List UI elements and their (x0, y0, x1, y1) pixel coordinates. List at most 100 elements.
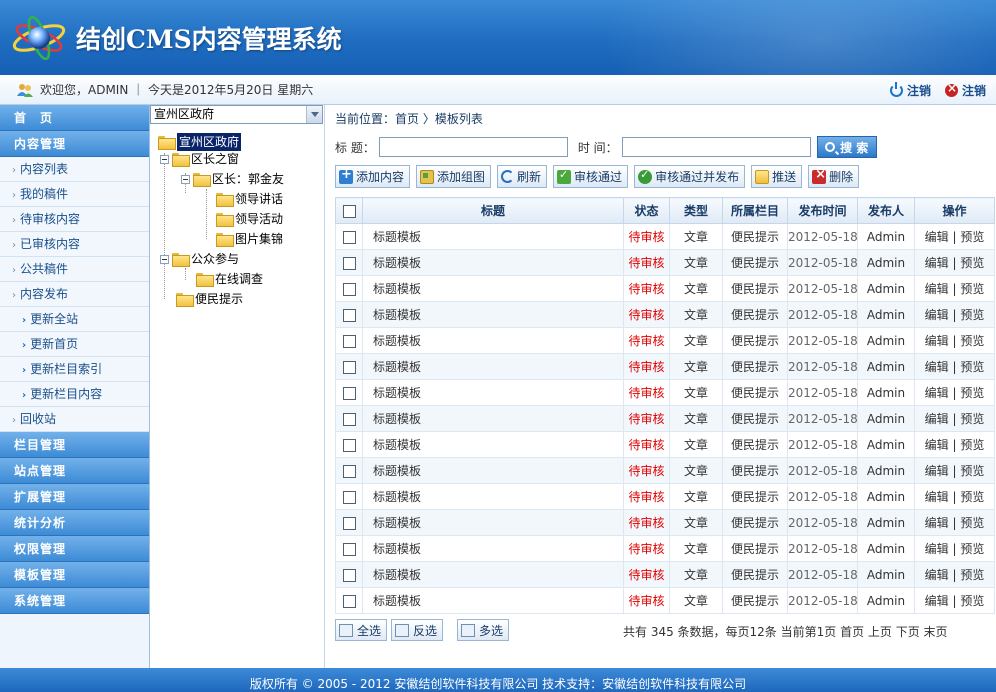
table-row[interactable]: 标题模板 待审核 文章 便民提示 2012-05-18 Admin 编辑 | 预览 (335, 275, 995, 302)
edit-link[interactable]: 编辑 (925, 360, 949, 374)
checkbox[interactable] (342, 542, 356, 556)
row-title[interactable]: 标题模板 (362, 561, 624, 588)
nav-site-management[interactable]: 站点管理 (0, 458, 149, 484)
select-all-header[interactable] (335, 197, 363, 224)
table-row[interactable]: 标题模板 待审核 文章 便民提示 2012-05-18 Admin 编辑 | 预览 (335, 431, 995, 458)
row-title[interactable]: 标题模板 (362, 587, 624, 614)
refresh-button[interactable]: 刷新 (497, 165, 548, 188)
nav-template-management[interactable]: 模板管理 (0, 562, 149, 588)
row-select-cell[interactable] (335, 509, 363, 536)
edit-link[interactable]: 编辑 (925, 464, 949, 478)
row-select-cell[interactable] (335, 405, 363, 432)
nav-pending-review[interactable]: › 待审核内容 (0, 207, 149, 232)
table-row[interactable]: 标题模板 待审核 文章 便民提示 2012-05-18 Admin 编辑 | 预览 (335, 509, 995, 536)
nav-public-drafts[interactable]: › 公共稿件 (0, 257, 149, 282)
checkbox[interactable] (342, 594, 356, 608)
approve-button[interactable]: 审核通过 (553, 165, 629, 188)
edit-link[interactable]: 编辑 (925, 490, 949, 504)
row-select-cell[interactable] (335, 587, 363, 614)
nav-content-publish[interactable]: › 内容发布 (0, 282, 149, 307)
preview-link[interactable]: 预览 (960, 360, 984, 374)
checkbox[interactable] (342, 256, 356, 270)
row-select-cell[interactable] (335, 223, 363, 250)
edit-link[interactable]: 编辑 (925, 438, 949, 452)
tree-node-photo-gallery[interactable]: 图片集锦 (216, 230, 283, 248)
pagination[interactable]: 共有 345 条数据，每页12条 当前第1页 首页 上页 下页 末页 (623, 623, 948, 640)
preview-link[interactable]: 预览 (960, 542, 984, 556)
approve-publish-button[interactable]: 审核通过并发布 (634, 165, 746, 188)
row-select-cell[interactable] (335, 301, 363, 328)
chevron-down-icon[interactable] (306, 106, 322, 123)
table-row[interactable]: 标题模板 待审核 文章 便民提示 2012-05-18 Admin 编辑 | 预览 (335, 483, 995, 510)
nav-system-management[interactable]: 系统管理 (0, 588, 149, 614)
add-gallery-button[interactable]: 添加组图 (416, 165, 492, 188)
table-row[interactable]: 标题模板 待审核 文章 便民提示 2012-05-18 Admin 编辑 | 预览 (335, 535, 995, 562)
row-select-cell[interactable] (335, 379, 363, 406)
preview-link[interactable]: 预览 (960, 256, 984, 270)
preview-link[interactable]: 预览 (960, 282, 984, 296)
preview-link[interactable]: 预览 (960, 568, 984, 582)
select-all-button[interactable]: 全选 (335, 619, 388, 641)
tree-node-leader-activity[interactable]: 领导活动 (216, 210, 283, 228)
table-row[interactable]: 标题模板 待审核 文章 便民提示 2012-05-18 Admin 编辑 | 预览 (335, 301, 995, 328)
checkbox[interactable] (342, 360, 356, 374)
row-select-cell[interactable] (335, 327, 363, 354)
tree-node-leader-speech[interactable]: 领导讲话 (216, 190, 283, 208)
nav-content-list[interactable]: › 内容列表 (0, 157, 149, 182)
area-select[interactable]: 宣州区政府 (150, 105, 323, 124)
preview-link[interactable]: 预览 (960, 594, 984, 608)
tree-node-root[interactable]: 宣州区政府 (158, 133, 242, 151)
edit-link[interactable]: 编辑 (925, 568, 949, 582)
preview-link[interactable]: 预览 (960, 334, 984, 348)
row-select-cell[interactable] (335, 275, 363, 302)
edit-link[interactable]: 编辑 (925, 516, 949, 530)
preview-link[interactable]: 预览 (960, 386, 984, 400)
nav-update-column-index[interactable]: › 更新栏目索引 (0, 357, 149, 382)
checkbox[interactable] (342, 386, 356, 400)
checkbox[interactable] (342, 204, 356, 218)
nav-home[interactable]: 首 页 (0, 105, 149, 131)
nav-extension-management[interactable]: 扩展管理 (0, 484, 149, 510)
nav-column-management[interactable]: 栏目管理 (0, 432, 149, 458)
row-title[interactable]: 标题模板 (362, 249, 624, 276)
row-select-cell[interactable] (335, 431, 363, 458)
checkbox[interactable] (342, 438, 356, 452)
title-input[interactable] (378, 137, 568, 157)
edit-link[interactable]: 编辑 (925, 282, 949, 296)
edit-link[interactable]: 编辑 (925, 308, 949, 322)
nav-permission-management[interactable]: 权限管理 (0, 536, 149, 562)
tree-node-public-participation[interactable]: 公众参与 (160, 250, 239, 268)
edit-link[interactable]: 编辑 (925, 334, 949, 348)
delete-button[interactable]: 删除 (808, 165, 860, 188)
logout-link-primary[interactable]: 注销 (889, 82, 931, 99)
checkbox[interactable] (342, 334, 356, 348)
row-select-cell[interactable] (335, 483, 363, 510)
row-title[interactable]: 标题模板 (362, 535, 624, 562)
search-button[interactable]: 搜 索 (816, 136, 877, 158)
checkbox[interactable] (342, 412, 356, 426)
logout-link-secondary[interactable]: 注销 (944, 81, 986, 99)
preview-link[interactable]: 预览 (960, 230, 984, 244)
row-select-cell[interactable] (335, 249, 363, 276)
edit-link[interactable]: 编辑 (925, 542, 949, 556)
edit-link[interactable]: 编辑 (925, 230, 949, 244)
row-title[interactable]: 标题模板 (362, 223, 624, 250)
nav-update-site[interactable]: › 更新全站 (0, 307, 149, 332)
checkbox[interactable] (342, 568, 356, 582)
table-row[interactable]: 标题模板 待审核 文章 便民提示 2012-05-18 Admin 编辑 | 预览 (335, 249, 995, 276)
multi-select-button[interactable]: 多选 (457, 619, 510, 641)
nav-content-management[interactable]: 内容管理 (0, 131, 149, 157)
tree-node-mayor[interactable]: 区长：郭金友 (181, 170, 284, 188)
edit-link[interactable]: 编辑 (925, 594, 949, 608)
push-button[interactable]: 推送 (751, 165, 803, 188)
edit-link[interactable]: 编辑 (925, 256, 949, 270)
nav-my-drafts[interactable]: › 我的稿件 (0, 182, 149, 207)
preview-link[interactable]: 预览 (960, 438, 984, 452)
table-row[interactable]: 标题模板 待审核 文章 便民提示 2012-05-18 Admin 编辑 | 预览 (335, 379, 995, 406)
table-row[interactable]: 标题模板 待审核 文章 便民提示 2012-05-18 Admin 编辑 | 预览 (335, 587, 995, 614)
nav-update-homepage[interactable]: › 更新首页 (0, 332, 149, 357)
row-select-cell[interactable] (335, 457, 363, 484)
checkbox[interactable] (342, 230, 356, 244)
table-row[interactable]: 标题模板 待审核 文章 便民提示 2012-05-18 Admin 编辑 | 预览 (335, 327, 995, 354)
collapse-toggle-icon[interactable] (160, 154, 169, 164)
